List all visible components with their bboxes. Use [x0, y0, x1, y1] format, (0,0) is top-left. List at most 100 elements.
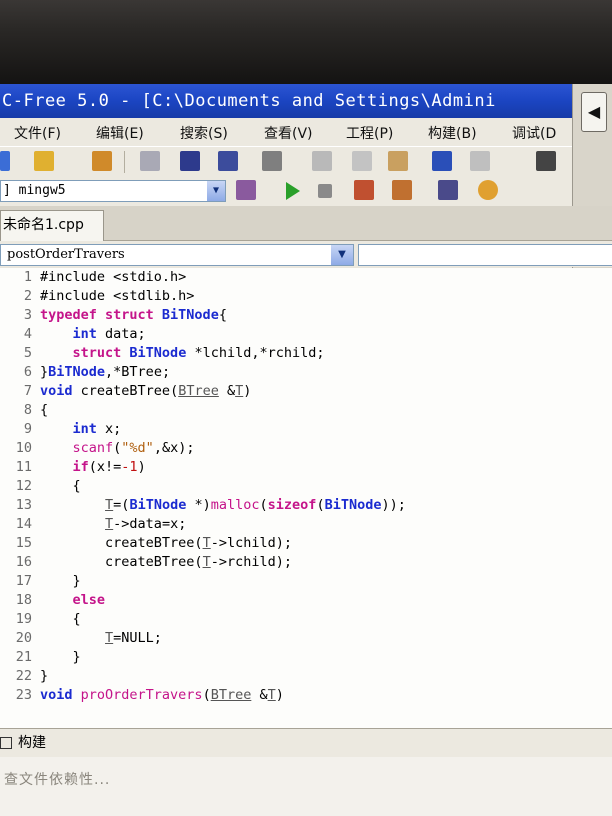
compiler-select[interactable]: ] mingw5 ▼ [0, 180, 226, 202]
code-line[interactable]: 21 } [0, 648, 612, 667]
line-number: 14 [15, 516, 32, 532]
code-line[interactable]: 5 struct BiTNode *lchild,*rchild; [0, 344, 612, 363]
line-number: 9 [23, 421, 32, 437]
recent-files-icon[interactable] [92, 151, 112, 171]
find-icon[interactable] [536, 151, 556, 171]
new-project-icon[interactable] [140, 151, 160, 171]
code-token: createBTree( [40, 554, 203, 570]
menu-view[interactable]: 查看(V) [264, 123, 313, 143]
code-line[interactable]: 20 T=NULL; [0, 629, 612, 648]
code-token: ) [137, 459, 146, 475]
code-line[interactable]: 3 typedef struct BiTNode{ [0, 306, 612, 325]
code-line[interactable]: 1 #include <stdio.h> [0, 268, 612, 287]
code-token: T [202, 535, 211, 551]
toolbar-separator [124, 151, 125, 173]
function-select[interactable]: postOrderTravers ▼ [0, 244, 354, 266]
build-toolbar: ] mingw5 ▼ [0, 176, 572, 207]
code-token: *lchild,*rchild; [186, 345, 325, 361]
save-icon[interactable] [180, 151, 200, 171]
code-token: BiTNode [129, 497, 187, 513]
code-line[interactable]: 22} [0, 667, 612, 686]
window-title-bar[interactable]: C-Free 5.0 - [C:\Documents and Settings\… [0, 84, 572, 118]
chevron-down-icon[interactable]: ▼ [331, 245, 353, 265]
code-line[interactable]: 9 int x; [0, 420, 612, 439]
cut-icon[interactable] [312, 151, 332, 171]
code-line[interactable]: 18 else [0, 591, 612, 610]
line-number: 22 [15, 668, 32, 684]
code-line[interactable]: 12 { [0, 477, 612, 496]
code-line[interactable]: 11 if(x!=-1) [0, 458, 612, 477]
code-line[interactable]: 14 T->data=x; [0, 515, 612, 534]
paste-icon[interactable] [388, 151, 408, 171]
menu-edit[interactable]: 编辑(E) [96, 123, 144, 143]
code-token: BiTNode [129, 345, 187, 361]
build-panel-label: 构建 [18, 735, 46, 751]
code-token: typedef struct [40, 307, 162, 323]
code-line[interactable]: 2 #include <stdlib.h> [0, 287, 612, 306]
line-number: 18 [15, 592, 32, 608]
tab-untitled1[interactable]: 未命名1.cpp [0, 210, 104, 241]
copy-icon[interactable] [352, 151, 372, 171]
code-token: BiTNode [324, 497, 382, 513]
code-token: ( [259, 497, 268, 513]
code-line[interactable]: 15 createBTree(T->lchild); [0, 534, 612, 553]
compiler-settings-icon[interactable] [236, 180, 256, 200]
redo-icon[interactable] [470, 151, 490, 171]
menu-build[interactable]: 构建(B) [428, 123, 477, 143]
code-token: if [72, 459, 89, 475]
panel-toggle-icon[interactable] [0, 737, 12, 749]
build-icon[interactable] [392, 180, 412, 200]
code-token: =NULL; [113, 630, 162, 646]
line-number: 23 [15, 687, 32, 703]
code-line[interactable]: 4 int data; [0, 325, 612, 344]
menu-file[interactable]: 文件(F) [14, 123, 61, 143]
stop-icon[interactable] [318, 184, 332, 198]
code-text: int x; [32, 421, 122, 437]
monitor-bezel [0, 0, 612, 84]
open-folder-icon[interactable] [34, 151, 54, 171]
compiler-value: ] mingw5 [3, 183, 66, 198]
code-line[interactable]: 8{ [0, 401, 612, 420]
line-number: 7 [23, 383, 32, 399]
menu-search[interactable]: 搜索(S) [180, 123, 228, 143]
hand-icon[interactable] [478, 180, 498, 200]
line-number: 5 [23, 345, 32, 361]
line-number: 12 [15, 478, 32, 494]
new-file-icon[interactable] [0, 151, 10, 171]
code-line[interactable]: 13 T=(BiTNode *)malloc(sizeof(BiTNode)); [0, 496, 612, 515]
tab-label: 未命名1.cpp [3, 217, 84, 233]
back-arrow-icon[interactable]: ◀ [581, 92, 607, 132]
undo-icon[interactable] [432, 151, 452, 171]
code-line[interactable]: 23 void proOrderTravers(BTree &T) [0, 686, 612, 705]
output-panel: 查文件依赖性... [0, 757, 612, 816]
code-line[interactable]: 7 void createBTree(BTree &T) [0, 382, 612, 401]
chevron-down-icon[interactable]: ▼ [207, 181, 225, 201]
run-icon[interactable] [286, 182, 300, 200]
code-line[interactable]: 16 createBTree(T->rchild); [0, 553, 612, 572]
compile-icon[interactable] [354, 180, 374, 200]
build-panel-header[interactable]: 构建 [0, 728, 612, 758]
save-all-icon[interactable] [218, 151, 238, 171]
debug-icon[interactable] [438, 180, 458, 200]
print-icon[interactable] [262, 151, 282, 171]
symbol-field[interactable] [358, 244, 612, 266]
code-line[interactable]: 10 scanf("%d",&x); [0, 439, 612, 458]
menu-project[interactable]: 工程(P) [346, 123, 393, 143]
code-token: } [40, 668, 49, 684]
code-token: & [251, 687, 268, 703]
code-line[interactable]: 6}BiTNode,*BTree; [0, 363, 612, 382]
code-text: else [32, 592, 106, 608]
code-line[interactable]: 17 } [0, 572, 612, 591]
code-token: createBTree [72, 383, 171, 399]
menu-debug[interactable]: 调试(D [512, 123, 556, 143]
code-token: ->data=x; [113, 516, 187, 532]
code-token: ( [316, 497, 325, 513]
code-token: & [218, 383, 236, 399]
code-editor[interactable]: 1 #include <stdio.h> 2 #include <stdlib.h> 3… [0, 268, 612, 728]
code-text: { [32, 402, 48, 418]
code-line[interactable]: 19 { [0, 610, 612, 629]
